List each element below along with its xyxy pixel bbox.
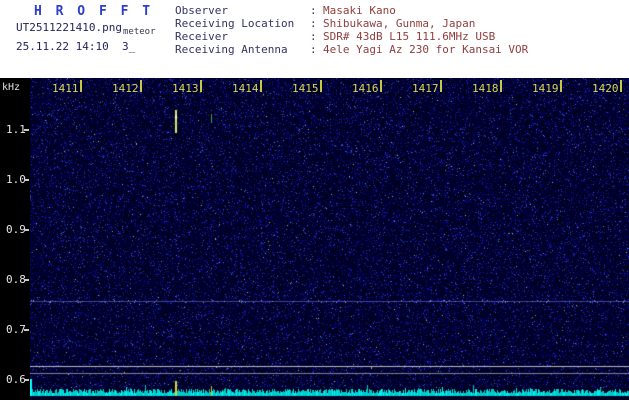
time-label: 1418 — [472, 82, 499, 95]
station-info-row: Receiving Location: Shibukawa, Gunma, Jap… — [175, 17, 528, 30]
time-label: 1419 — [532, 82, 559, 95]
freq-label: 0.6 — [6, 373, 26, 386]
time-tick — [140, 80, 142, 92]
datetime-counter: 25.11.22 14:10 3_ — [16, 40, 136, 53]
info-colon: : — [310, 17, 317, 30]
time-tick — [260, 80, 262, 92]
info-value: Shibukawa, Gunma, Japan — [323, 17, 476, 30]
station-info-row: Receiving Antenna:4ele Yagi Az 230 for K… — [175, 43, 528, 56]
freq-tick — [24, 179, 29, 181]
info-colon: : — [310, 4, 317, 17]
freq-tick — [24, 129, 29, 131]
time-label: 1413 — [172, 82, 199, 95]
info-label: Receiver — [175, 30, 228, 43]
time-tick — [500, 80, 502, 92]
app-title: H R O F F T — [34, 4, 154, 19]
station-info-row: Receiver: SDR# 43dB L15 111.6MHz USB — [175, 30, 528, 43]
freq-label: 1.0 — [6, 173, 26, 186]
mode-label: meteor — [123, 27, 156, 37]
time-label: 1416 — [352, 82, 379, 95]
time-tick — [320, 80, 322, 92]
freq-tick — [24, 379, 29, 381]
spectrogram-canvas — [30, 78, 629, 400]
time-label: 1414 — [232, 82, 259, 95]
time-label: 1411 — [52, 82, 79, 95]
time-label: 1417 — [412, 82, 439, 95]
freq-label: 0.7 — [6, 323, 26, 336]
info-label: Receiving Location — [175, 17, 295, 30]
info-value: 4ele Yagi Az 230 for Kansai VOR — [323, 43, 529, 56]
output-filename: UT2511221410.png — [16, 21, 122, 34]
time-tick — [560, 80, 562, 92]
station-info-row: Observer: Masaki Kano — [175, 4, 528, 17]
info-colon: : — [310, 43, 317, 56]
info-value: Masaki Kano — [323, 4, 396, 17]
header: H R O F F T UT2511221410.png meteor 25.1… — [0, 0, 629, 78]
info-colon: : — [310, 30, 317, 43]
time-label: 1415 — [292, 82, 319, 95]
freq-label: 1.1 — [6, 123, 26, 136]
freq-tick — [24, 329, 29, 331]
freq-label: 0.8 — [6, 273, 26, 286]
time-tick — [200, 80, 202, 92]
freq-unit-label: kHz — [2, 82, 21, 93]
time-tick — [380, 80, 382, 92]
freq-tick — [24, 279, 29, 281]
info-label: Observer — [175, 4, 228, 17]
time-label: 1412 — [112, 82, 139, 95]
time-label: 1420 — [592, 82, 619, 95]
time-tick — [620, 80, 622, 92]
time-tick — [440, 80, 442, 92]
freq-tick — [24, 229, 29, 231]
hrofft-screen: H R O F F T UT2511221410.png meteor 25.1… — [0, 0, 629, 400]
time-tick — [80, 80, 82, 92]
info-label: Receiving Antenna — [175, 43, 288, 56]
freq-label: 0.9 — [6, 223, 26, 236]
info-value: SDR# 43dB L15 111.6MHz USB — [323, 30, 496, 43]
station-info-table: Observer: Masaki Kano Receiving Location: S… — [175, 4, 528, 56]
